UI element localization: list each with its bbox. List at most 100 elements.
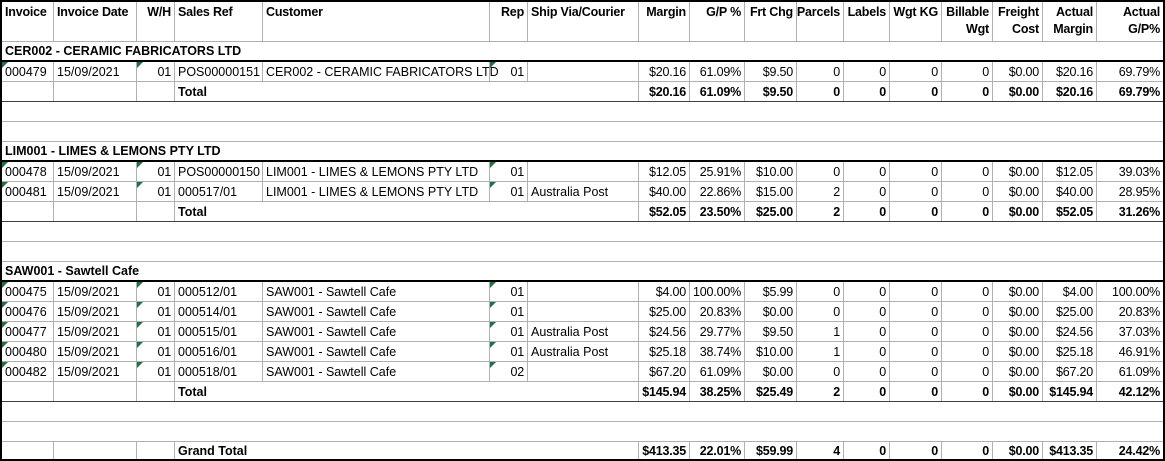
cell-invoice[interactable]: 000481 — [2, 182, 54, 201]
total-label-cell[interactable]: Total — [175, 382, 639, 401]
cell-labels[interactable]: 0 — [844, 202, 890, 221]
cell-frt_chg[interactable]: $59.99 — [745, 442, 797, 459]
cell-margin[interactable]: $12.05 — [639, 162, 690, 181]
cell-freight_cost[interactable]: $0.00 — [993, 362, 1043, 381]
cell-invoice_date[interactable]: 15/09/2021 — [54, 322, 137, 341]
cell-parcels[interactable]: 0 — [797, 62, 844, 81]
cell-invoice[interactable]: 000475 — [2, 282, 54, 301]
cell-actual_margin[interactable]: $145.94 — [1043, 382, 1097, 401]
total-label-cell[interactable]: Total — [175, 82, 639, 101]
cell-gp_pct[interactable]: 61.09% — [690, 82, 745, 101]
cell-labels[interactable]: 0 — [844, 442, 890, 459]
cell-parcels[interactable]: 0 — [797, 362, 844, 381]
cell-billable_wgt[interactable]: 0 — [942, 62, 993, 81]
cell-sales_ref[interactable]: 000518/01 — [175, 362, 263, 381]
cell-margin[interactable]: $20.16 — [639, 82, 690, 101]
cell-wgt_kg[interactable]: 0 — [890, 442, 942, 459]
cell-parcels[interactable]: 2 — [797, 382, 844, 401]
cell-rep[interactable]: 01 — [490, 302, 528, 321]
cell-ship_via[interactable] — [528, 302, 639, 321]
cell-invoice[interactable] — [2, 442, 54, 459]
cell-freight_cost[interactable]: $0.00 — [993, 342, 1043, 361]
cell-sales_ref[interactable]: 000514/01 — [175, 302, 263, 321]
cell-labels[interactable]: 0 — [844, 62, 890, 81]
cell-margin[interactable]: $4.00 — [639, 282, 690, 301]
cell-wh[interactable] — [137, 202, 175, 221]
cell-frt_chg[interactable]: $9.50 — [745, 62, 797, 81]
cell-actual_gp_pct[interactable]: 69.79% — [1097, 82, 1163, 101]
cell-actual_margin[interactable]: $25.18 — [1043, 342, 1097, 361]
column-header-actual_margin[interactable]: Actual Margin — [1043, 2, 1097, 41]
grand-total-label-cell[interactable]: Grand Total — [175, 442, 639, 459]
cell-gp_pct[interactable]: 25.91% — [690, 162, 745, 181]
cell-actual_gp_pct[interactable]: 42.12% — [1097, 382, 1163, 401]
column-header-frt_chg[interactable]: Frt Chg — [745, 2, 797, 41]
cell-labels[interactable]: 0 — [844, 302, 890, 321]
column-header-customer[interactable]: Customer — [263, 2, 490, 41]
cell-billable_wgt[interactable]: 0 — [942, 302, 993, 321]
cell-gp_pct[interactable]: 29.77% — [690, 322, 745, 341]
cell-wgt_kg[interactable]: 0 — [890, 162, 942, 181]
cell-wgt_kg[interactable]: 0 — [890, 382, 942, 401]
cell-margin[interactable]: $20.16 — [639, 62, 690, 81]
cell-wgt_kg[interactable]: 0 — [890, 82, 942, 101]
cell-sales_ref[interactable]: 000517/01 — [175, 182, 263, 201]
cell-actual_margin[interactable]: $12.05 — [1043, 162, 1097, 181]
cell-ship_via[interactable]: Australia Post — [528, 182, 639, 201]
cell-wh[interactable]: 01 — [137, 302, 175, 321]
cell-billable_wgt[interactable]: 0 — [942, 82, 993, 101]
cell-actual_gp_pct[interactable]: 24.42% — [1097, 442, 1163, 459]
cell-invoice_date[interactable] — [54, 442, 137, 459]
cell-actual_margin[interactable]: $20.16 — [1043, 82, 1097, 101]
cell-labels[interactable]: 0 — [844, 82, 890, 101]
cell-billable_wgt[interactable]: 0 — [942, 442, 993, 459]
cell-billable_wgt[interactable]: 0 — [942, 342, 993, 361]
cell-gp_pct[interactable]: 38.25% — [690, 382, 745, 401]
cell-billable_wgt[interactable]: 0 — [942, 282, 993, 301]
cell-parcels[interactable]: 0 — [797, 302, 844, 321]
cell-sales_ref[interactable]: 000515/01 — [175, 322, 263, 341]
cell-margin[interactable]: $40.00 — [639, 182, 690, 201]
cell-labels[interactable]: 0 — [844, 162, 890, 181]
cell-actual_margin[interactable]: $4.00 — [1043, 282, 1097, 301]
cell-actual_margin[interactable]: $20.16 — [1043, 62, 1097, 81]
cell-frt_chg[interactable]: $9.50 — [745, 82, 797, 101]
group-header-label-cell[interactable]: SAW001 - Sawtell Cafe — [2, 262, 1163, 280]
cell-invoice[interactable]: 000478 — [2, 162, 54, 181]
cell-parcels[interactable]: 0 — [797, 282, 844, 301]
cell-actual_gp_pct[interactable]: 46.91% — [1097, 342, 1163, 361]
cell-billable_wgt[interactable]: 0 — [942, 162, 993, 181]
cell-freight_cost[interactable]: $0.00 — [993, 302, 1043, 321]
cell-actual_gp_pct[interactable]: 61.09% — [1097, 362, 1163, 381]
column-header-invoice[interactable]: Invoice — [2, 2, 54, 41]
cell-billable_wgt[interactable]: 0 — [942, 382, 993, 401]
cell-rep[interactable]: 01 — [490, 342, 528, 361]
cell-wh[interactable] — [137, 442, 175, 459]
cell-sales_ref[interactable]: POS00000150 — [175, 162, 263, 181]
cell-margin[interactable]: $413.35 — [639, 442, 690, 459]
cell-frt_chg[interactable]: $0.00 — [745, 302, 797, 321]
cell-margin[interactable]: $24.56 — [639, 322, 690, 341]
cell-invoice_date[interactable] — [54, 82, 137, 101]
cell-billable_wgt[interactable]: 0 — [942, 362, 993, 381]
cell-billable_wgt[interactable]: 0 — [942, 322, 993, 341]
cell-wh[interactable]: 01 — [137, 362, 175, 381]
cell-ship_via[interactable]: Australia Post — [528, 322, 639, 341]
column-header-freight_cost[interactable]: Freight Cost — [993, 2, 1043, 41]
cell-actual_gp_pct[interactable]: 69.79% — [1097, 62, 1163, 81]
column-header-gp_pct[interactable]: G/P % — [690, 2, 745, 41]
cell-labels[interactable]: 0 — [844, 182, 890, 201]
cell-actual_margin[interactable]: $24.56 — [1043, 322, 1097, 341]
cell-parcels[interactable]: 4 — [797, 442, 844, 459]
cell-wgt_kg[interactable]: 0 — [890, 62, 942, 81]
cell-wh[interactable]: 01 — [137, 282, 175, 301]
cell-freight_cost[interactable]: $0.00 — [993, 442, 1043, 459]
cell-rep[interactable]: 01 — [490, 62, 528, 81]
cell-customer[interactable]: SAW001 - Sawtell Cafe — [263, 322, 490, 341]
cell-freight_cost[interactable]: $0.00 — [993, 62, 1043, 81]
cell-ship_via[interactable] — [528, 282, 639, 301]
cell-freight_cost[interactable]: $0.00 — [993, 382, 1043, 401]
cell-invoice[interactable]: 000476 — [2, 302, 54, 321]
cell-actual_margin[interactable]: $52.05 — [1043, 202, 1097, 221]
cell-customer[interactable]: SAW001 - Sawtell Cafe — [263, 302, 490, 321]
